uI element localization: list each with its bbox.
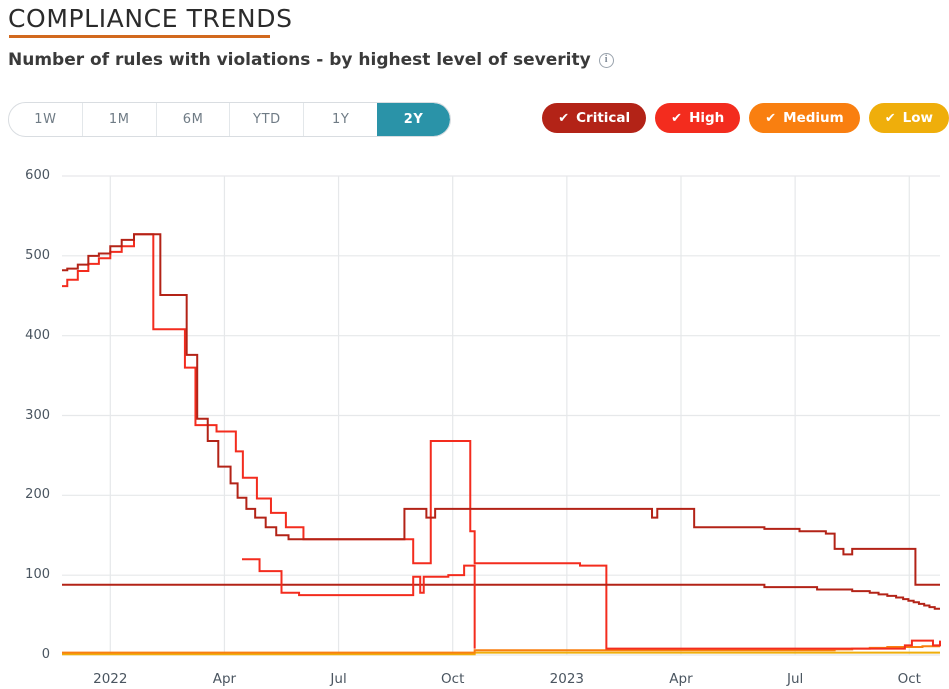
legend-label-medium: Medium bbox=[783, 110, 844, 126]
range-button-1y[interactable]: 1Y bbox=[303, 103, 377, 136]
chart-plot-area bbox=[62, 175, 941, 656]
legend-label-high: High bbox=[689, 110, 725, 126]
legend-pill-medium[interactable]: ✔ Medium bbox=[749, 103, 860, 133]
range-button-1m[interactable]: 1M bbox=[81, 103, 156, 136]
severity-legend: ✔ Critical ✔ High ✔ Medium ✔ Low bbox=[542, 103, 949, 133]
page-subtitle: Number of rules with violations - by hig… bbox=[8, 50, 614, 70]
check-icon: ✔ bbox=[671, 110, 683, 126]
subtitle-text: Number of rules with violations - by hig… bbox=[8, 50, 591, 70]
legend-pill-high[interactable]: ✔ High bbox=[655, 103, 741, 133]
title-underline bbox=[9, 35, 270, 38]
legend-pill-low[interactable]: ✔ Low bbox=[868, 103, 949, 133]
page-title: COMPLIANCE TRENDS bbox=[8, 4, 293, 33]
check-icon: ✔ bbox=[884, 110, 896, 126]
range-button-6m[interactable]: 6M bbox=[155, 103, 230, 136]
range-button-ytd[interactable]: YTD bbox=[229, 103, 303, 136]
legend-pill-critical[interactable]: ✔ Critical bbox=[542, 103, 647, 133]
range-button-2y[interactable]: 2Y bbox=[377, 103, 450, 136]
time-range-selector[interactable]: 1W 1M 6M YTD 1Y 2Y bbox=[8, 102, 451, 137]
legend-label-low: Low bbox=[902, 110, 933, 126]
check-icon: ✔ bbox=[558, 110, 570, 126]
compliance-trends-chart: 0 100 200 300 400 500 600 2022 Apr Jul Oct 2023 Apr… bbox=[0, 150, 949, 689]
legend-label-critical: Critical bbox=[576, 110, 631, 126]
range-button-1w[interactable]: 1W bbox=[9, 103, 82, 136]
check-icon: ✔ bbox=[765, 110, 777, 126]
info-icon[interactable]: i bbox=[598, 52, 614, 68]
